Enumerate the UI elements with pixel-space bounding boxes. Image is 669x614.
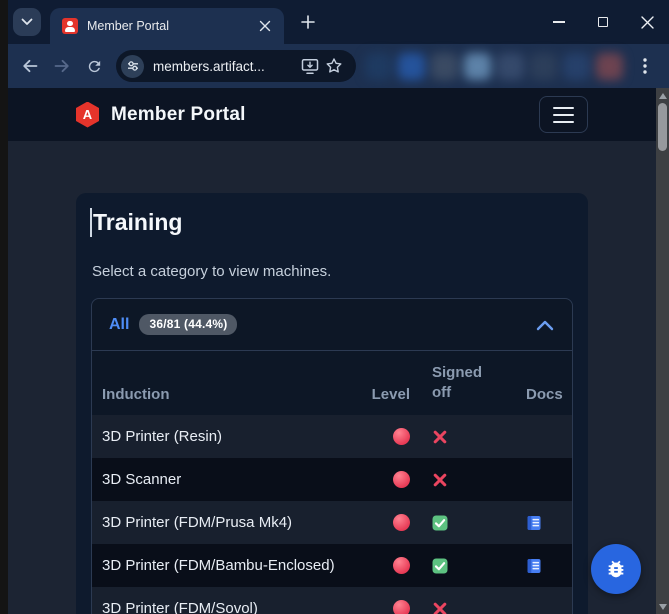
category-header-all[interactable]: All 36/81 (44.4%) [92, 299, 572, 351]
page-content: A Member Portal Training Select a catego… [8, 88, 656, 614]
url-text[interactable]: members.artifact... [153, 59, 298, 74]
extension-icon[interactable] [530, 52, 557, 80]
scrollbar[interactable] [656, 88, 669, 614]
hamburger-icon [553, 106, 574, 109]
training-table: Induction Level Signed off Docs 3D Print… [92, 351, 572, 614]
extension-icon[interactable] [365, 52, 392, 80]
tab-search-button[interactable] [13, 8, 41, 36]
site-settings-button[interactable] [121, 54, 144, 78]
level-red-circle-icon [393, 428, 410, 446]
minimize-button[interactable] [537, 5, 581, 39]
forward-button[interactable] [46, 50, 78, 82]
star-icon [326, 58, 342, 73]
tab-close-icon[interactable] [256, 17, 274, 35]
back-button[interactable] [14, 50, 46, 82]
new-tab-button[interactable] [294, 8, 322, 36]
induction-name: 3D Printer (FDM/Sovol) [102, 600, 258, 614]
docs-book-icon[interactable] [526, 514, 542, 531]
training-table-body: 3D Printer (Resin) 3D Scanner 3D Printer… [92, 415, 572, 614]
site-header: A Member Portal [8, 88, 656, 141]
logo-icon: A [76, 101, 99, 128]
training-card: Training Select a category to view machi… [76, 193, 588, 614]
cross-icon [432, 600, 448, 614]
kebab-menu-icon [643, 58, 647, 74]
page-viewport: A Member Portal Training Select a catego… [8, 88, 669, 614]
check-icon [432, 514, 448, 531]
minimize-icon [553, 21, 565, 23]
text-cursor [90, 208, 92, 237]
tab-strip: Member Portal [8, 0, 669, 44]
install-app-icon [301, 58, 319, 74]
browser-toolbar: members.artifact... [8, 44, 669, 88]
check-icon [432, 557, 448, 574]
close-icon [640, 15, 654, 29]
cross-icon [432, 428, 448, 445]
maximize-button[interactable] [581, 5, 625, 39]
table-row: 3D Printer (FDM/Bambu-Enclosed) [92, 544, 572, 587]
induction-name: 3D Printer (FDM/Bambu-Enclosed) [102, 557, 335, 574]
progress-badge: 36/81 (44.4%) [139, 314, 238, 335]
plus-icon [301, 15, 315, 29]
extension-icon[interactable] [596, 52, 623, 80]
level-red-circle-icon [393, 600, 410, 614]
address-bar[interactable]: members.artifact... [116, 50, 356, 82]
site-title: Member Portal [111, 103, 246, 125]
scrollbar-down-arrow[interactable] [656, 600, 669, 613]
browser-tab[interactable]: Member Portal [50, 8, 284, 44]
table-row: 3D Printer (FDM/Sovol) [92, 587, 572, 614]
blurred-extension-icons[interactable] [365, 52, 623, 80]
table-header-row: Induction Level Signed off Docs [92, 351, 572, 415]
site-favicon-icon [62, 18, 78, 34]
reload-icon [88, 60, 100, 72]
browser-menu-button[interactable] [629, 50, 661, 82]
col-header-level: Level [371, 386, 410, 403]
level-red-circle-icon [393, 557, 410, 575]
bug-icon [608, 560, 624, 578]
extension-icon[interactable] [431, 52, 458, 80]
extension-icon[interactable] [563, 52, 590, 80]
docs-book-icon[interactable] [526, 557, 542, 574]
col-header-induction: Induction [102, 386, 170, 403]
induction-name: 3D Printer (Resin) [102, 428, 223, 445]
extension-icon[interactable] [398, 52, 425, 80]
table-row: 3D Printer (Resin) [92, 415, 572, 458]
category-section: All 36/81 (44.4%) Induction Level Signed… [91, 298, 573, 614]
induction-name: 3D Printer (FDM/Prusa Mk4) [102, 514, 293, 531]
hamburger-menu-button[interactable] [539, 96, 588, 133]
cross-icon [432, 471, 448, 488]
tab-title: Member Portal [87, 19, 169, 33]
level-red-circle-icon [393, 514, 410, 532]
extension-icon[interactable] [464, 52, 491, 80]
table-row: 3D Scanner [92, 458, 572, 501]
chevron-down-icon [21, 18, 33, 25]
scrollbar-thumb[interactable] [658, 103, 667, 151]
tune-icon [127, 61, 138, 71]
chevron-up-icon[interactable] [535, 318, 555, 332]
reload-button[interactable] [78, 50, 110, 82]
window-controls [537, 5, 669, 39]
page-subtitle: Select a category to view machines. [92, 263, 332, 280]
col-header-signed-off: Signed off [432, 363, 483, 401]
bug-report-button[interactable] [591, 544, 641, 594]
install-app-button[interactable] [298, 54, 322, 78]
bookmark-star-button[interactable] [322, 54, 346, 78]
level-red-circle-icon [393, 471, 410, 489]
forward-arrow-icon [54, 59, 69, 73]
extension-icon[interactable] [497, 52, 524, 80]
back-arrow-icon [23, 59, 38, 73]
col-header-docs: Docs [526, 386, 563, 403]
induction-name: 3D Scanner [102, 471, 182, 488]
close-window-button[interactable] [625, 5, 669, 39]
maximize-icon [598, 17, 608, 27]
category-label: All [109, 315, 130, 333]
page-title: Training [93, 209, 183, 235]
browser-window: Member Portal members.artifact... A Memb… [8, 0, 669, 614]
scrollbar-up-arrow[interactable] [656, 89, 669, 102]
table-row: 3D Printer (FDM/Prusa Mk4) [92, 501, 572, 544]
